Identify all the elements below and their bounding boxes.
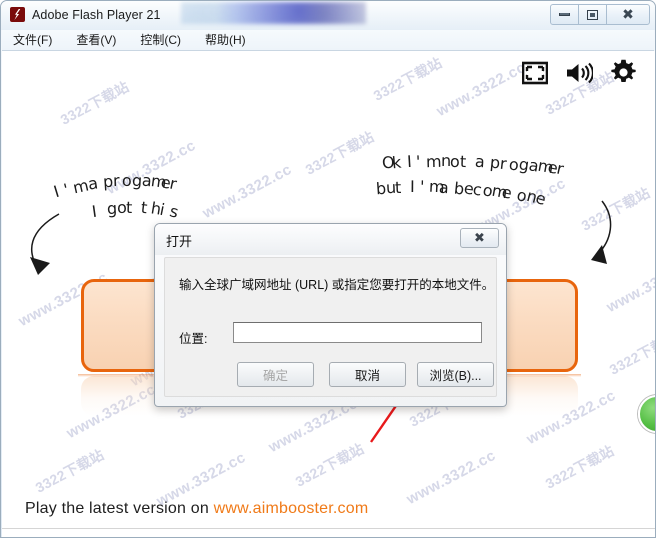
window-controls: ✖ bbox=[550, 4, 650, 25]
window-frame: Adobe Flash Player 21 ✖ 文件(F) 查看(V) 控制(C… bbox=[0, 0, 656, 538]
browse-button[interactable]: 浏览(B)... bbox=[417, 362, 494, 387]
gear-icon[interactable] bbox=[610, 59, 637, 91]
handwriting-left: I'm a progamer I got this I'm a progamer… bbox=[51, 170, 181, 222]
close-icon: ✖ bbox=[474, 230, 485, 246]
menu-file[interactable]: 文件(F) bbox=[13, 30, 63, 50]
menu-view[interactable]: 查看(V) bbox=[76, 30, 127, 50]
browse-button-label: 浏览(B)... bbox=[429, 369, 482, 383]
watermark: www.3322.cc bbox=[523, 386, 619, 449]
location-input[interactable] bbox=[233, 322, 482, 343]
cancel-button-label: 取消 bbox=[354, 369, 380, 383]
minimize-icon bbox=[559, 13, 570, 16]
flash-stage: 3322下载站 www.3322.cc 3322下载站 www.3322.cc 3322… bbox=[2, 51, 655, 537]
green-target-circle[interactable] bbox=[638, 395, 655, 433]
title-bar-blurred-region bbox=[181, 2, 366, 24]
ok-button[interactable]: 确定 bbox=[237, 362, 314, 387]
bottom-promo-text: Play the latest version on www.aimbooste… bbox=[25, 500, 368, 518]
location-label: 位置: bbox=[179, 332, 208, 346]
watermark: www.3322.cc bbox=[103, 136, 199, 199]
flash-icon bbox=[10, 7, 25, 22]
title-bar[interactable]: Adobe Flash Player 21 ✖ bbox=[1, 1, 655, 30]
watermark: 3322下载站 bbox=[292, 440, 367, 490]
open-url-dialog: 打开 ✖ 输入全球广域网地址 (URL) 或指定您要打开的本地文件。 位置: 确… bbox=[154, 223, 507, 407]
handwriting-right: Ok I ' m not a progamer but I ' m a become on… bbox=[375, 151, 566, 209]
close-icon: ✖ bbox=[622, 6, 634, 23]
maximize-button[interactable] bbox=[578, 4, 607, 25]
menu-help[interactable]: 帮助(H) bbox=[205, 30, 257, 50]
watermark: 3322下载站 bbox=[578, 184, 653, 234]
minimize-button[interactable] bbox=[550, 4, 579, 25]
window-title: Adobe Flash Player 21 bbox=[32, 7, 161, 22]
watermark: 3322下载站 bbox=[606, 328, 655, 378]
watermark: www.3322.cc bbox=[403, 446, 499, 509]
cancel-button[interactable]: 取消 bbox=[329, 362, 406, 387]
watermark: www.3322.cc bbox=[433, 58, 529, 121]
bottom-promo-prefix: Play the latest version on bbox=[25, 500, 209, 517]
dialog-body: 输入全球广域网地址 (URL) 或指定您要打开的本地文件。 位置: 确定 取消 … bbox=[164, 257, 497, 397]
watermark: www.3322.cc bbox=[603, 254, 655, 317]
watermark: 3322下载站 bbox=[542, 442, 617, 492]
fullscreen-icon[interactable] bbox=[521, 60, 549, 91]
watermark: www.3322.cc bbox=[63, 380, 159, 443]
ok-button-label: 确定 bbox=[262, 369, 288, 383]
dialog-description: 输入全球广域网地址 (URL) 或指定您要打开的本地文件。 bbox=[179, 278, 495, 292]
dialog-title-bar[interactable]: 打开 ✖ bbox=[155, 224, 506, 255]
menu-bar: 文件(F) 查看(V) 控制(C) 帮助(H) bbox=[2, 30, 654, 51]
volume-icon[interactable] bbox=[565, 60, 594, 91]
watermark: 3322下载站 bbox=[57, 78, 132, 128]
watermark: 3322下载站 bbox=[302, 128, 377, 178]
dialog-button-row: 确定 取消 浏览(B)... bbox=[165, 362, 498, 390]
dialog-title: 打开 bbox=[166, 234, 193, 249]
bottom-divider bbox=[2, 528, 655, 529]
dialog-close-button[interactable]: ✖ bbox=[460, 228, 499, 248]
title-bar-left: Adobe Flash Player 21 bbox=[10, 7, 161, 22]
menu-control[interactable]: 控制(C) bbox=[140, 30, 192, 50]
watermark: www.3322.cc bbox=[199, 160, 295, 223]
restore-icon bbox=[587, 9, 598, 20]
flash-player-window: Adobe Flash Player 21 ✖ 文件(F) 查看(V) 控制(C… bbox=[0, 0, 656, 538]
watermark: 3322下载站 bbox=[370, 54, 445, 104]
watermark: 3322下载站 bbox=[32, 446, 107, 496]
close-button[interactable]: ✖ bbox=[606, 4, 650, 25]
aimbooster-link[interactable]: www.aimbooster.com bbox=[214, 500, 369, 517]
stage-icon-bar bbox=[521, 59, 637, 91]
